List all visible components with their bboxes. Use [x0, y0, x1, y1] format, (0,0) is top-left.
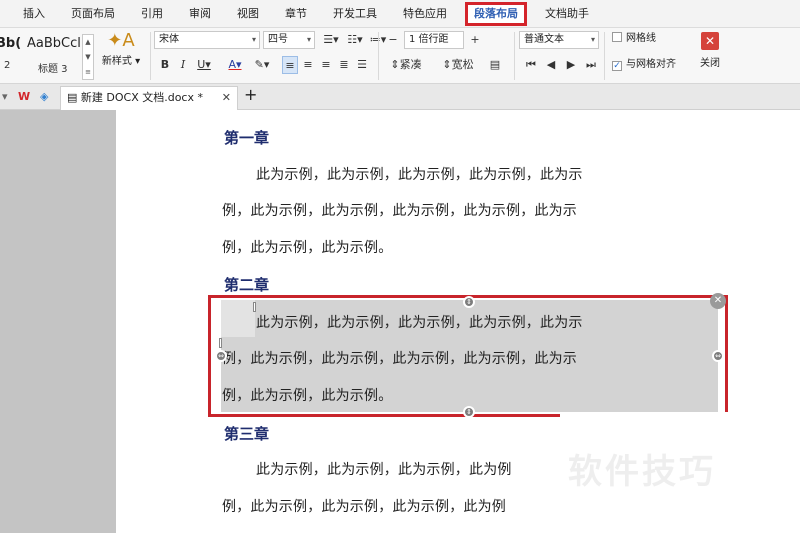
- align-right-icon[interactable]: ≡: [318, 56, 334, 74]
- chapter3-line2[interactable]: 例，此为示例，此为示例，此为示例，此为例: [222, 496, 560, 516]
- distributed-icon[interactable]: ☰: [354, 56, 370, 74]
- new-style-button[interactable]: ✦A 新样式 ▾: [98, 30, 144, 80]
- document-tab[interactable]: ▤ 新建 DOCX 文档.docx * ✕: [60, 86, 238, 110]
- style-name-heading3: 标题 3: [38, 64, 68, 75]
- first-paragraph-icon[interactable]: ⏮: [524, 56, 538, 74]
- checkbox-unchecked-icon: [612, 32, 622, 42]
- gridlines-label: 网格线: [626, 33, 656, 44]
- close-label: 关闭: [700, 58, 720, 69]
- justify-icon[interactable]: ≣: [336, 56, 352, 74]
- font-color-button[interactable]: A▾: [224, 56, 246, 74]
- style-gallery-scroll[interactable]: ▲ ▼ ≡: [82, 34, 94, 80]
- tab-doc-assistant[interactable]: 文档助手: [532, 0, 602, 28]
- cursor-icon: [253, 302, 256, 312]
- tab-view[interactable]: 视图: [224, 0, 272, 28]
- chevron-down-icon: ▾: [251, 35, 256, 44]
- chapter3-heading[interactable]: 第三章: [224, 423, 269, 444]
- previous-paragraph-icon[interactable]: ◀: [544, 56, 558, 74]
- italic-button[interactable]: I: [176, 56, 190, 74]
- tab-special-apps[interactable]: 特色应用: [390, 0, 460, 28]
- snap-to-grid-checkbox[interactable]: ✓ 与网格对齐: [612, 58, 676, 72]
- loose-button[interactable]: ⇕宽松: [436, 56, 480, 74]
- document-margin: [0, 110, 116, 533]
- chevron-down-icon: ▾: [306, 35, 311, 44]
- ribbon-toolbar: Bb( 2 AaBbCcl 标题 3 ▲ ▼ ≡ ✦A 新样式 ▾ 宋体 ▾ 四号 ▾ …: [0, 28, 800, 84]
- underline-button[interactable]: U▾: [193, 56, 215, 74]
- tab-paragraph-layout[interactable]: 段落布局: [465, 1, 527, 26]
- close-icon[interactable]: ✕: [222, 87, 231, 109]
- new-style-label: 新样式: [101, 56, 132, 67]
- resize-handle-left[interactable]: ⇔: [215, 350, 227, 362]
- bullet-list-icon[interactable]: ☷▾: [344, 31, 366, 49]
- cube-icon[interactable]: ◈: [40, 89, 48, 105]
- chapter1-line3[interactable]: 例，此为示例，此为示例。: [222, 237, 716, 257]
- new-tab-icon[interactable]: +: [244, 87, 257, 103]
- loose-label: 宽松: [451, 58, 474, 71]
- paragraph-style-value: 普通文本: [524, 34, 564, 45]
- cursor-icon: [219, 338, 222, 348]
- line-spacing-select[interactable]: 1 倍行距: [404, 31, 464, 49]
- numbered-list-icon[interactable]: ☰▾: [320, 31, 342, 49]
- highlight-frame: [208, 295, 728, 417]
- resize-handle-right[interactable]: ⇔: [712, 350, 724, 362]
- paragraph-settings-icon[interactable]: ▤: [486, 56, 504, 74]
- paragraph-style-select[interactable]: 普通文本 ▾: [519, 31, 599, 49]
- chapter1-line1[interactable]: 此为示例，此为示例，此为示例，此为示例，此为示: [256, 164, 716, 184]
- chapter1-line2[interactable]: 例，此为示例，此为示例，此为示例，此为示例，此为示: [222, 200, 716, 220]
- chapter3-line1[interactable]: 此为示例，此为示例，此为示例，此为例: [256, 459, 560, 479]
- watermark-text: 软件技巧: [568, 452, 716, 492]
- last-paragraph-icon[interactable]: ⏭: [584, 56, 598, 74]
- font-size-select[interactable]: 四号 ▾: [263, 31, 315, 49]
- font-name-select[interactable]: 宋体 ▾: [154, 31, 260, 49]
- chevron-down-icon[interactable]: ▾: [2, 89, 8, 105]
- close-icon[interactable]: ✕: [710, 293, 726, 309]
- checkbox-checked-icon: ✓: [612, 61, 622, 71]
- tab-insert[interactable]: 插入: [10, 0, 58, 28]
- font-size-value: 四号: [268, 34, 288, 45]
- tab-review[interactable]: 审阅: [176, 0, 224, 28]
- document-tab-bar: ▾ W ◈ ▤ 新建 DOCX 文档.docx * ✕ +: [0, 84, 800, 110]
- next-paragraph-icon[interactable]: ▶: [564, 56, 578, 74]
- compact-button[interactable]: ⇕紧凑: [384, 56, 428, 74]
- new-style-icon: ✦A: [107, 30, 135, 51]
- font-name-value: 宋体: [159, 34, 179, 45]
- compact-label: 紧凑: [399, 58, 422, 71]
- tab-page-layout[interactable]: 页面布局: [58, 0, 128, 28]
- resize-handle-top[interactable]: ⇕: [463, 296, 475, 308]
- style-gallery[interactable]: Bb( 2 AaBbCcl 标题 3 ▲ ▼ ≡: [0, 30, 95, 80]
- close-icon: ✕: [701, 32, 719, 50]
- bold-button[interactable]: B: [158, 56, 172, 74]
- line-spacing-value: 1 倍行距: [409, 34, 449, 45]
- chapter2-heading[interactable]: 第二章: [224, 274, 269, 295]
- snap-to-grid-label: 与网格对齐: [626, 59, 676, 70]
- highlight-icon[interactable]: ✎▾: [250, 56, 274, 74]
- chapter1-heading[interactable]: 第一章: [224, 127, 269, 148]
- plus-icon[interactable]: +: [468, 31, 482, 49]
- align-center-icon[interactable]: ≡: [300, 56, 316, 74]
- document-tab-title: 新建 DOCX 文档.docx *: [80, 91, 203, 104]
- gridlines-checkbox[interactable]: 网格线: [612, 32, 656, 46]
- tab-section[interactable]: 章节: [272, 0, 320, 28]
- style-sample-heading2[interactable]: Bb(: [0, 36, 21, 51]
- close-ribbon-button[interactable]: ✕ 关闭: [692, 32, 728, 69]
- tab-developer[interactable]: 开发工具: [320, 0, 390, 28]
- minus-icon[interactable]: −: [386, 31, 400, 49]
- align-left-icon[interactable]: ≡: [282, 56, 298, 74]
- tab-references[interactable]: 引用: [128, 0, 176, 28]
- document-icon: ▤: [67, 91, 81, 104]
- style-name-heading2: 2: [4, 60, 11, 71]
- style-sample-heading3[interactable]: AaBbCcl: [27, 36, 81, 51]
- resize-handle-bottom[interactable]: ⇕: [463, 406, 475, 418]
- chevron-down-icon: ▾: [590, 35, 595, 44]
- wps-logo-icon[interactable]: W: [18, 89, 30, 105]
- menu-tab-bar: 插入 页面布局 引用 审阅 视图 章节 开发工具 特色应用 段落布局 文档助手: [0, 0, 800, 28]
